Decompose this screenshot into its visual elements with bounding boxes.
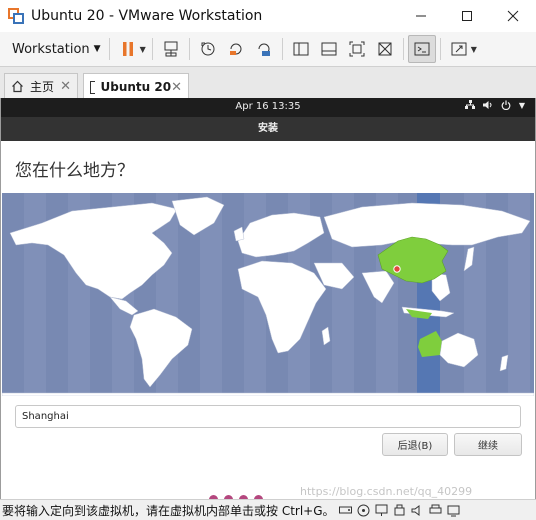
vmware-logo-icon bbox=[8, 8, 24, 24]
full-screen-icon[interactable] bbox=[343, 35, 371, 63]
tab-home-label: 主页 bbox=[30, 80, 55, 94]
tab-home[interactable]: 主页 ✕ bbox=[4, 73, 78, 99]
pause-button[interactable] bbox=[114, 35, 142, 63]
snapshot-manager-icon[interactable] bbox=[250, 35, 278, 63]
snapshot-icon[interactable] bbox=[194, 35, 222, 63]
chevron-down-icon: ▼ bbox=[93, 44, 101, 54]
minimize-button[interactable] bbox=[398, 0, 444, 32]
close-tab-icon[interactable]: ✕ bbox=[60, 79, 71, 94]
revert-snapshot-icon[interactable] bbox=[222, 35, 250, 63]
show-library-icon[interactable] bbox=[287, 35, 315, 63]
guest-console[interactable]: Apr 16 13:35 ▼ 安装 您在什么地方？ Shanghai 后退(B)… bbox=[0, 98, 536, 504]
printer-icon[interactable] bbox=[429, 503, 443, 517]
network-icon bbox=[464, 100, 475, 109]
power-icon bbox=[501, 100, 511, 110]
tab-ubuntu-20[interactable]: Ubuntu 20 ✕ bbox=[83, 73, 189, 100]
main-toolbar: Workstation ▼ ▼ ▼ bbox=[0, 32, 536, 66]
volume-icon bbox=[482, 101, 492, 109]
status-message: 要将输入定向到该虚拟机，请在虚拟机内部单击或按 Ctrl+G。 bbox=[2, 503, 335, 518]
timezone-map[interactable] bbox=[2, 193, 534, 396]
workstation-menu-label: Workstation bbox=[12, 41, 90, 57]
thumbnail-bar-icon[interactable] bbox=[315, 35, 343, 63]
workstation-menu[interactable]: Workstation ▼ bbox=[10, 39, 103, 60]
close-button[interactable] bbox=[490, 0, 536, 32]
gnome-clock[interactable]: Apr 16 13:35 bbox=[1, 101, 535, 112]
page-title: 您在什么地方？ bbox=[15, 161, 134, 181]
cd-dvd-icon[interactable] bbox=[357, 503, 371, 517]
unity-mode-icon[interactable] bbox=[371, 35, 399, 63]
back-button[interactable]: 后退(B) bbox=[382, 433, 448, 456]
window-title: Ubuntu 20 - VMware Workstation bbox=[31, 8, 263, 24]
stretch-guest-icon[interactable] bbox=[445, 35, 473, 63]
system-status-area[interactable]: ▼ bbox=[464, 100, 525, 110]
gnome-top-bar: Apr 16 13:35 ▼ bbox=[1, 98, 535, 117]
continue-button[interactable]: 继续 bbox=[454, 433, 522, 456]
installer-titlebar: 安装 bbox=[1, 117, 535, 141]
close-tab-icon[interactable]: ✕ bbox=[171, 80, 182, 95]
window-titlebar: Ubuntu 20 - VMware Workstation bbox=[0, 0, 536, 32]
tab-ubuntu-20-label: Ubuntu 20 bbox=[100, 80, 172, 94]
location-input[interactable] bbox=[15, 405, 521, 428]
status-bar: 要将输入定向到该虚拟机，请在虚拟机内部单击或按 Ctrl+G。 bbox=[0, 499, 536, 520]
tab-bar: 主页 ✕ Ubuntu 20 ✕ bbox=[0, 66, 536, 100]
sound-card-icon[interactable] bbox=[411, 503, 425, 517]
home-icon bbox=[12, 80, 23, 93]
send-ctrl-alt-del-icon[interactable] bbox=[157, 35, 185, 63]
location-marker-icon bbox=[393, 265, 401, 273]
hard-disk-icon[interactable] bbox=[339, 503, 353, 517]
power-menu-chevron-icon[interactable]: ▼ bbox=[140, 45, 146, 54]
stretch-menu-chevron-icon[interactable]: ▼ bbox=[471, 45, 477, 54]
display-icon[interactable] bbox=[447, 503, 461, 517]
maximize-button[interactable] bbox=[444, 0, 490, 32]
vm-running-icon bbox=[90, 80, 95, 94]
network-adapter-icon[interactable] bbox=[375, 503, 389, 517]
chevron-down-icon: ▼ bbox=[518, 100, 525, 110]
usb-icon[interactable] bbox=[393, 503, 407, 517]
console-view-icon[interactable] bbox=[407, 35, 436, 63]
